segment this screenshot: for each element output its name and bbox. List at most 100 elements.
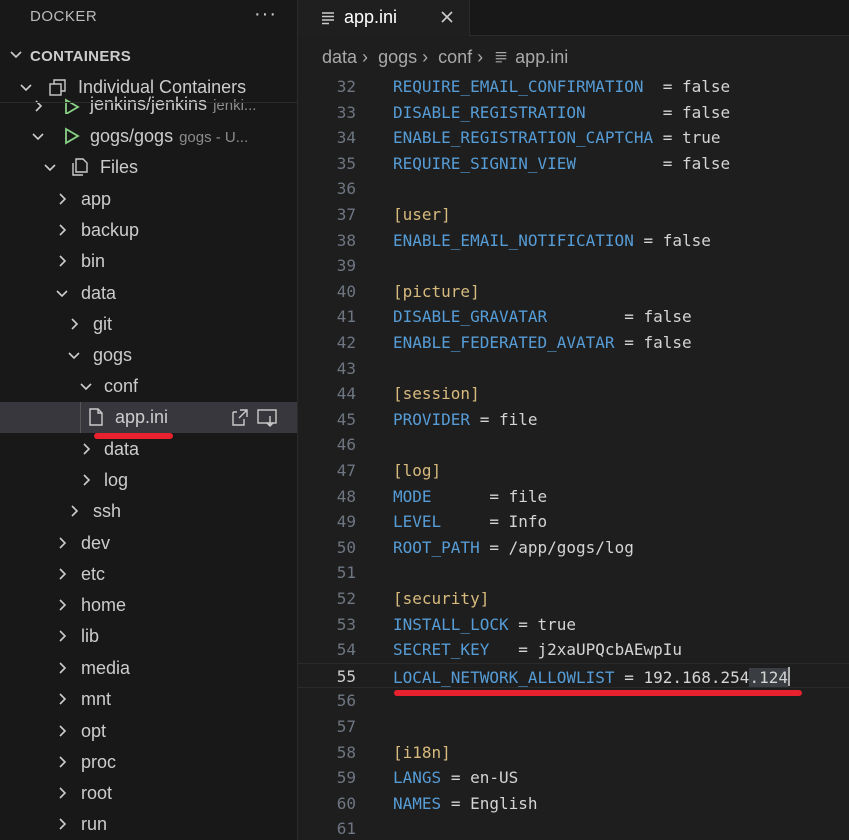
tree-folder-data[interactable]: data: [0, 278, 297, 309]
download-icon[interactable]: [256, 407, 280, 429]
line-number: 53: [336, 614, 356, 634]
file-icon: [89, 408, 103, 426]
tree-label: opt: [81, 721, 107, 741]
key-padding: [441, 794, 451, 813]
code-line[interactable]: 60 NAMES = English: [298, 791, 849, 817]
tree-file-app-ini[interactable]: app.ini: [0, 402, 297, 433]
open-file-icon[interactable]: [228, 407, 250, 429]
tree-folder-run[interactable]: run: [0, 809, 297, 840]
chevron-right-icon: [59, 537, 67, 549]
tree-folder-backup[interactable]: backup: [0, 215, 297, 246]
code-line[interactable]: 48 MODE = file: [298, 484, 849, 510]
line-text: SECRET_KEY = j2xaUPQcbAEwpIu: [393, 640, 682, 659]
code-line[interactable]: 32 REQUIRE_EMAIL_CONFIRMATION = false: [298, 74, 849, 100]
tree-folder-app[interactable]: app: [0, 184, 297, 215]
code-line[interactable]: 59 LANGS = en-US: [298, 765, 849, 791]
equals-sign: =: [518, 640, 538, 660]
line-text: REQUIRE_SIGNIN_VIEW = false: [393, 154, 730, 173]
config-key: REQUIRE_SIGNIN_VIEW: [393, 153, 577, 173]
breadcrumb-item[interactable]: app.ini: [515, 47, 568, 67]
code-line[interactable]: 47 [log]: [298, 458, 849, 484]
tree-folder-data-2[interactable]: data: [0, 434, 297, 465]
code-line[interactable]: 49 LEVEL = Info: [298, 509, 849, 535]
equals-sign: =: [624, 307, 644, 327]
config-value: false: [682, 153, 731, 173]
key-padding: [547, 307, 624, 326]
tree-folder-etc[interactable]: etc: [0, 559, 297, 590]
tree-folder-mnt[interactable]: mnt: [0, 684, 297, 715]
line-text: ENABLE_REGISTRATION_CAPTCHA = true: [393, 128, 721, 147]
line-number: 50: [336, 537, 356, 557]
code-line[interactable]: 42 ENABLE_FEDERATED_AVATAR = false: [298, 330, 849, 356]
chevron-right-icon: [59, 224, 67, 236]
tree-folder-lib[interactable]: lib: [0, 621, 297, 652]
line-text: LANGS = en-US: [393, 768, 518, 787]
key-padding: [470, 410, 480, 429]
tree-folder-home[interactable]: home: [0, 590, 297, 621]
line-number: 36: [336, 179, 356, 199]
line-number: 34: [336, 128, 356, 148]
config-key: PROVIDER: [393, 409, 471, 429]
code-line[interactable]: 54 SECRET_KEY = j2xaUPQcbAEwpIu: [298, 637, 849, 663]
tree-folder-ssh[interactable]: ssh: [0, 496, 297, 527]
breadcrumb-separator: ›: [477, 46, 484, 67]
line-text: MODE = file: [393, 487, 547, 506]
tree-folder-bin[interactable]: bin: [0, 246, 297, 277]
tree-folder-log[interactable]: log: [0, 465, 297, 496]
tab-bar: app.ini: [298, 0, 849, 36]
code-line[interactable]: 46: [298, 432, 849, 458]
line-number: 38: [336, 230, 356, 250]
breadcrumb-separator: ›: [362, 46, 369, 67]
more-actions-icon[interactable]: ···: [254, 3, 277, 26]
code-line[interactable]: 61: [298, 816, 849, 840]
code-line[interactable]: 38 ENABLE_EMAIL_NOTIFICATION = false: [298, 228, 849, 254]
tab-app-ini[interactable]: app.ini: [298, 0, 470, 36]
code-line[interactable]: 43: [298, 356, 849, 382]
tree-label: gogs/gogs gogs - U...: [90, 126, 249, 146]
chevron-right-icon: [71, 318, 79, 330]
line-number: 41: [336, 307, 356, 327]
config-key: REQUIRE_EMAIL_CONFIRMATION: [393, 77, 644, 96]
code-line[interactable]: 45 PROVIDER = file: [298, 407, 849, 433]
tree-folder-conf[interactable]: conf: [0, 371, 297, 402]
key-padding: [489, 640, 518, 659]
breadcrumb-item[interactable]: conf: [438, 47, 472, 67]
tree-files[interactable]: Files: [0, 152, 297, 183]
code-line[interactable]: 37 [user]: [298, 202, 849, 228]
containers-section-header[interactable]: CONTAINERS: [0, 44, 297, 70]
tree-folder-gogs[interactable]: gogs: [0, 340, 297, 371]
key-padding: [586, 103, 663, 122]
code-line[interactable]: 50 ROOT_PATH = /app/gogs/log: [298, 535, 849, 561]
line-number: 40: [336, 281, 356, 301]
code-line[interactable]: 51: [298, 560, 849, 586]
tree-folder-root[interactable]: root: [0, 778, 297, 809]
code-line[interactable]: 44 [session]: [298, 381, 849, 407]
tree-container-gogs[interactable]: gogs/gogs gogs - U...: [0, 121, 297, 152]
sidebar-header: DOCKER ···: [0, 0, 297, 34]
code-line[interactable]: 33 DISABLE_REGISTRATION = false: [298, 100, 849, 126]
tree-folder-proc[interactable]: proc: [0, 747, 297, 778]
code-line[interactable]: 55 LOCAL_NETWORK_ALLOWLIST = 192.168.254.…: [298, 662, 849, 689]
code-line[interactable]: 53 INSTALL_LOCK = true: [298, 612, 849, 638]
close-icon[interactable]: [439, 9, 455, 25]
code-line[interactable]: 36: [298, 176, 849, 202]
breadcrumb-item[interactable]: gogs: [378, 47, 417, 67]
tree-folder-dev[interactable]: dev: [0, 528, 297, 559]
tree-folder-git[interactable]: git: [0, 309, 297, 340]
code-line[interactable]: 35 REQUIRE_SIGNIN_VIEW = false: [298, 151, 849, 177]
tree-folder-opt[interactable]: opt: [0, 716, 297, 747]
tree-folder-media[interactable]: media: [0, 653, 297, 684]
code-line[interactable]: 41 DISABLE_GRAVATAR = false: [298, 304, 849, 330]
code-line[interactable]: 34 ENABLE_REGISTRATION_CAPTCHA = true: [298, 125, 849, 151]
equals-sign: =: [450, 793, 471, 813]
code-line[interactable]: 57: [298, 714, 849, 740]
config-value: false: [681, 77, 731, 96]
line-number: 56: [336, 691, 356, 711]
code-line[interactable]: 39: [298, 253, 849, 279]
code-line[interactable]: 40 [picture]: [298, 279, 849, 305]
line-number: 52: [336, 589, 356, 608]
code-line[interactable]: 58 [i18n]: [298, 740, 849, 766]
breadcrumb-item[interactable]: data: [322, 47, 357, 67]
config-value: true: [537, 614, 577, 634]
code-line[interactable]: 52 [security]: [298, 586, 849, 612]
